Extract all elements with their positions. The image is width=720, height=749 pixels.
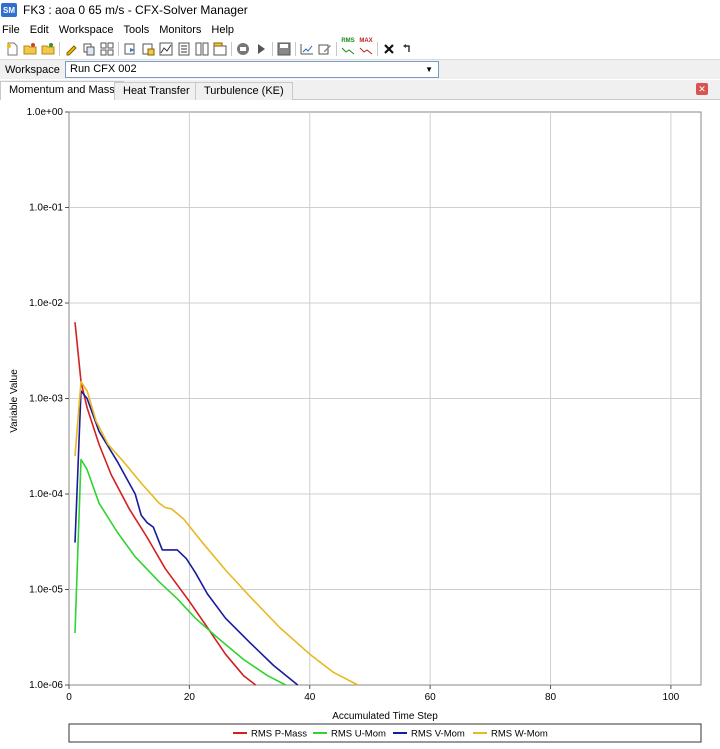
rms-icon[interactable]: RMS [340,37,356,57]
open-file-icon[interactable] [22,41,38,57]
edit-run-icon[interactable] [317,41,333,57]
y-tick-label: 1.0e-03 [29,394,63,405]
tab-momentum-and-mass[interactable]: Momentum and Mass [0,81,124,100]
title-bar: SM FK3 : aoa 0 65 m/s - CFX-Solver Manag… [0,0,720,20]
legend-label-rms-p-mass: RMS P-Mass [251,729,307,740]
monitor-plot-area: 0 20 40 60 80 100 1.0e-06 1.0e-05 1.0e-04 1.0e-0… [0,101,720,749]
edit-icon[interactable] [63,41,79,57]
max-icon[interactable]: MAX [358,37,374,57]
edit-chart-icon[interactable] [299,41,315,57]
x-tick-label: 40 [304,692,316,703]
workspace-icon[interactable] [212,41,228,57]
menu-file[interactable]: File [2,24,20,36]
legend-label-rms-v-mom: RMS V-Mom [411,729,465,740]
toolbar: RMS MAX [0,37,720,58]
workspace-label: Workspace [5,63,60,76]
menu-tools[interactable]: Tools [124,24,150,36]
menu-help[interactable]: Help [211,24,234,36]
y-tick-label: 1.0e-01 [29,203,63,214]
x-tick-label: 80 [545,692,557,703]
solver-manager-icon: SM [1,3,17,17]
chevron-down-icon: ▼ [425,65,433,74]
toolbar-separator [118,41,119,56]
x-axis-ticks: 0 20 40 60 80 100 [66,685,680,703]
toolbar-separator [272,41,273,56]
toolbar-separator [336,41,337,56]
x-tick-label: 0 [66,692,72,703]
y-axis-label: Variable Value [9,369,20,433]
legend-label-rms-w-mom: RMS W-Mom [491,729,548,740]
tile-icon[interactable] [99,41,115,57]
y-tick-label: 1.0e+00 [27,107,64,118]
residual-chart: 0 20 40 60 80 100 1.0e-061.0e-051.0e-041.0e-0… [9,107,702,743]
layout-icon[interactable] [194,41,210,57]
legend-label-rms-u-mom: RMS U-Mom [331,729,386,740]
toolbar-separator [377,41,378,56]
y-tick-label: 1.0e-06 [29,680,63,691]
x-tick-label: 100 [663,692,680,703]
menu-monitors[interactable]: Monitors [159,24,201,36]
play-icon[interactable] [253,41,269,57]
workspace-selected-value: Run CFX 002 [70,63,137,75]
close-tab-icon[interactable]: ✕ [696,83,708,95]
new-file-icon[interactable] [4,41,20,57]
tab-heat-transfer[interactable]: Heat Transfer [114,82,199,100]
workspace-row: Workspace Run CFX 002 ▼ [0,59,720,79]
reset-icon[interactable] [399,41,415,57]
x-tick-label: 60 [425,692,437,703]
monitor-icon[interactable] [140,41,156,57]
copy-icon[interactable] [81,41,97,57]
plot-icon[interactable] [158,41,174,57]
y-axis-ticks: 1.0e-06 1.0e-05 1.0e-04 1.0e-03 1.0e-02 1.0e-… [27,107,69,691]
text-icon[interactable] [176,41,192,57]
save-icon[interactable] [276,41,292,57]
open-results-icon[interactable] [40,41,56,57]
toolbar-separator [295,41,296,56]
menu-edit[interactable]: Edit [30,24,49,36]
stop-icon[interactable] [235,41,251,57]
toolbar-separator [231,41,232,56]
menu-bar: File Edit Workspace Tools Monitors Help [0,22,720,38]
x-axis-label: Accumulated Time Step [332,711,438,722]
tab-turbulence-ke[interactable]: Turbulence (KE) [195,82,293,100]
menu-workspace[interactable]: Workspace [59,24,114,36]
export-icon[interactable] [122,41,138,57]
max-label: MAX [359,37,373,44]
window-title: FK3 : aoa 0 65 m/s - CFX-Solver Manager [23,3,248,17]
workspace-select[interactable]: Run CFX 002 ▼ [65,61,439,78]
rms-label: RMS [341,37,355,44]
toolbar-separator [59,41,60,56]
y-tick-label: 1.0e-05 [29,585,63,596]
close-x-icon[interactable] [381,41,397,57]
x-tick-label: 20 [184,692,196,703]
tab-bar: Momentum and Mass Heat Transfer Turbulen… [0,80,720,100]
y-tick-label: 1.0e-04 [29,489,63,500]
y-tick-label: 1.0e-02 [29,298,63,309]
